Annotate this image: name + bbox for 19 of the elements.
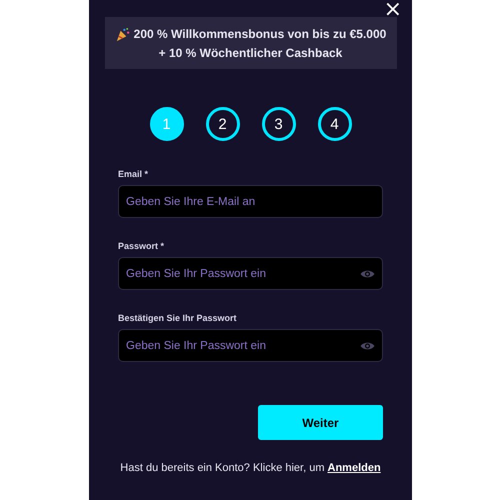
email-field[interactable]: Geben Sie Ihre E-Mail an [118, 185, 383, 218]
step-indicator: 3 [262, 107, 296, 141]
step-indicator: 2 [206, 107, 240, 141]
next-button[interactable]: Weiter [258, 405, 383, 440]
close-button[interactable]: × [384, 1, 412, 17]
banner-text: + 10 % Wöchentlicher Cashback [158, 46, 342, 60]
eye-icon[interactable] [360, 269, 375, 279]
footer-text: Hast du bereits ein Konto? Klicke hier, um [120, 462, 325, 474]
field-label: Bestätigen Sie Ihr Passwort [118, 313, 238, 323]
field-label: Passwort * [118, 241, 166, 251]
login-link[interactable]: Anmelden [328, 462, 381, 474]
step-indicator: 1 [150, 107, 184, 141]
field-label: Email * [118, 169, 150, 179]
eye-icon[interactable] [360, 341, 375, 351]
step-indicator: 4 [318, 107, 352, 141]
password-field[interactable]: Geben Sie Ihr Passwort ein [118, 329, 383, 362]
party-popper-icon [114, 26, 130, 42]
banner-text: 200 % Willkommensbonus von bis zu €5.000 [134, 27, 386, 41]
password-field[interactable]: Geben Sie Ihr Passwort ein [118, 257, 383, 290]
